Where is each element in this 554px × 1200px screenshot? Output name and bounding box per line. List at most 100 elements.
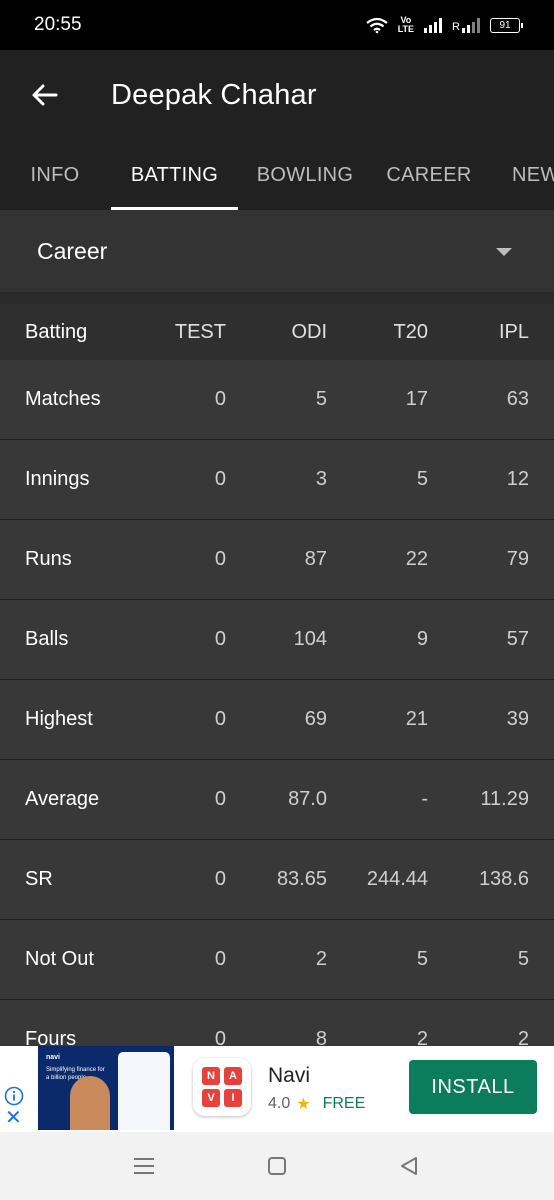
- stat-cell-t20: 21: [405, 708, 428, 730]
- stat-cell-test: 0: [214, 868, 226, 890]
- tab-bowling[interactable]: BOWLING: [250, 140, 360, 210]
- table-row: Average 0 87.0 - 11.29: [0, 760, 554, 840]
- tab-career[interactable]: CAREER: [380, 140, 478, 210]
- menu-icon: [134, 1158, 154, 1174]
- system-nav-bar: [0, 1132, 554, 1200]
- stat-cell-odi: 69: [304, 708, 327, 730]
- section-divider: [0, 292, 554, 304]
- ad-app-name: Navi: [268, 1064, 311, 1087]
- row-label: Average: [25, 788, 100, 810]
- tab-batting[interactable]: BATTING: [111, 140, 238, 210]
- stat-cell-ipl: 11.29: [480, 788, 529, 810]
- table-row: Highest 0 69 21 39: [0, 680, 554, 760]
- stat-cell-odi: 104: [293, 628, 327, 650]
- install-button[interactable]: INSTALL: [409, 1060, 537, 1114]
- stat-cell-test: 0: [214, 468, 226, 490]
- table-row: Not Out 0 2 5 5: [0, 920, 554, 1000]
- stat-cell-t20: 17: [405, 388, 428, 410]
- back-nav-button[interactable]: [396, 1154, 422, 1178]
- ad-phone-mockup: [118, 1052, 170, 1130]
- stat-cell-ipl: 63: [506, 388, 529, 410]
- career-dropdown[interactable]: Career: [0, 210, 554, 292]
- signal-icon: [424, 17, 443, 33]
- column-header-ipl: IPL: [498, 320, 529, 343]
- stat-cell-ipl: 79: [506, 548, 529, 570]
- roaming-label: R: [452, 21, 460, 33]
- stat-cell-t20: 9: [416, 628, 428, 650]
- tab-info-label: INFO: [30, 163, 80, 186]
- row-label: Matches: [25, 388, 101, 410]
- stat-cell-t20: 244.44: [366, 868, 428, 890]
- stat-cell-ipl: 138.6: [478, 868, 529, 890]
- tab-info[interactable]: INFO: [17, 140, 93, 210]
- row-label: Highest: [25, 708, 93, 730]
- page-title: Deepak Chahar: [111, 78, 317, 111]
- arrow-left-icon: [32, 84, 58, 106]
- logo-letter: V: [202, 1089, 220, 1107]
- status-icons: Vo LTE R 91: [366, 15, 523, 34]
- stat-cell-ipl: 5: [517, 948, 529, 970]
- stat-cell-test: 0: [214, 548, 226, 570]
- tab-bowling-label: BOWLING: [256, 163, 354, 186]
- ad-close-icon[interactable]: ✕: [5, 1108, 22, 1128]
- volte-indicator: Vo LTE: [397, 15, 415, 34]
- navi-logo[interactable]: N A V I: [193, 1058, 251, 1116]
- back-button[interactable]: [24, 75, 64, 115]
- ad-image-brand: navi: [46, 1054, 61, 1061]
- table-row: Innings 0 3 5 12: [0, 440, 554, 520]
- batting-stats-table: Batting TEST ODI T20 IPL Matches 0 5 17 63 In…: [0, 304, 554, 1080]
- row-label: Runs: [25, 548, 72, 570]
- column-header-t20: T20: [393, 320, 428, 343]
- app-bar: Deepak Chahar: [0, 50, 554, 140]
- roaming-signal-icon: R: [452, 17, 480, 33]
- ad-person-illustration: [70, 1076, 110, 1130]
- tab-career-label: CAREER: [386, 163, 472, 186]
- wifi-icon: [366, 17, 388, 33]
- caret-down-icon: [496, 248, 512, 256]
- stat-cell-test: 0: [214, 948, 226, 970]
- stat-cell-t20: -: [421, 788, 428, 810]
- battery-icon: 91: [490, 17, 523, 33]
- ad-banner[interactable]: ✕ navi Simplifying finance for a billion…: [0, 1046, 554, 1132]
- stat-cell-t20: 22: [405, 548, 428, 570]
- column-header-batting: Batting: [25, 320, 88, 343]
- stat-cell-odi: 2: [315, 948, 327, 970]
- table-row: Balls 0 104 9 57: [0, 600, 554, 680]
- star-icon: ★: [296, 1096, 311, 1113]
- tab-news-label: NEWS: [512, 163, 554, 186]
- home-nav-button[interactable]: [264, 1154, 290, 1178]
- tab-batting-label: BATTING: [130, 163, 219, 186]
- column-header-test: TEST: [174, 320, 226, 343]
- status-bar: 20:55 Vo LTE R 91: [0, 0, 554, 50]
- row-label: Innings: [25, 468, 90, 490]
- stat-cell-odi: 87.0: [288, 788, 327, 810]
- row-label: Not Out: [25, 948, 94, 970]
- status-time: 20:55: [34, 14, 82, 35]
- back-triangle-icon: [401, 1157, 417, 1175]
- table-row: SR 0 83.65 244.44 138.6: [0, 840, 554, 920]
- column-header-odi: ODI: [291, 320, 327, 343]
- stat-cell-odi: 3: [315, 468, 327, 490]
- stat-cell-ipl: 39: [506, 708, 529, 730]
- stat-cell-odi: 83.65: [276, 868, 327, 890]
- logo-letter: N: [202, 1067, 220, 1085]
- stat-cell-ipl: 57: [506, 628, 529, 650]
- stat-cell-test: 0: [214, 388, 226, 410]
- logo-letter: A: [224, 1067, 242, 1085]
- tab-bar: INFO BATTING BOWLING CAREER NEWS: [0, 140, 554, 210]
- logo-letter: I: [224, 1089, 242, 1107]
- ad-info-icon[interactable]: [4, 1086, 24, 1106]
- stat-cell-ipl: 12: [506, 468, 529, 490]
- stat-cell-t20: 5: [416, 468, 428, 490]
- battery-level: 91: [499, 19, 511, 31]
- tab-news[interactable]: NEWS: [512, 140, 554, 210]
- dropdown-value: Career: [37, 237, 108, 264]
- table-row: Runs 0 87 22 79: [0, 520, 554, 600]
- table-row: Matches 0 5 17 63: [0, 360, 554, 440]
- ad-image[interactable]: navi Simplifying finance for a billion p…: [38, 1046, 174, 1130]
- menu-nav-button[interactable]: [131, 1154, 157, 1178]
- stat-cell-t20: 5: [416, 948, 428, 970]
- row-label: Balls: [25, 628, 69, 650]
- ad-rating: 4.0 ★ FREE: [268, 1094, 365, 1114]
- stat-cell-odi: 5: [315, 388, 327, 410]
